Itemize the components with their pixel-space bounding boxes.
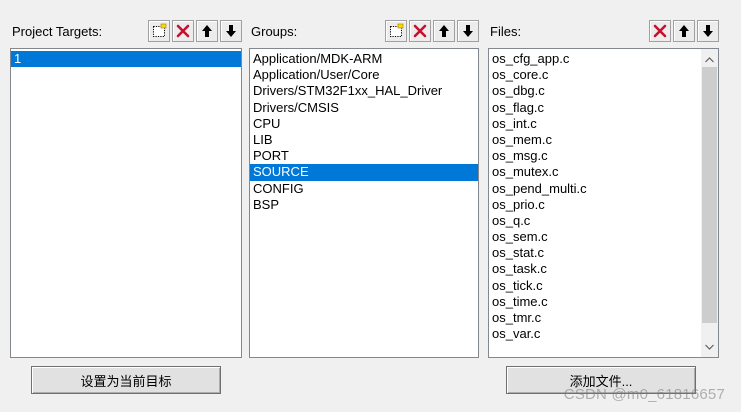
file-item[interactable]: os_sem.c: [489, 229, 718, 245]
files-listbox[interactable]: os_cfg_app.c os_core.c os_dbg.c os_flag.…: [488, 48, 719, 358]
group-item[interactable]: Application/MDK-ARM: [250, 51, 478, 67]
groups-title: Groups:: [251, 23, 298, 39]
files-scrollbar[interactable]: [701, 49, 718, 357]
move-group-up-button[interactable]: [433, 20, 455, 42]
set-current-target-button[interactable]: 设置为当前目标: [31, 366, 221, 394]
move-down-arrow-icon: [226, 25, 236, 37]
move-file-up-button[interactable]: [673, 20, 695, 42]
project-targets-title: Project Targets:: [12, 23, 103, 39]
move-up-arrow-icon: [202, 25, 212, 37]
targets-list: 1: [11, 49, 241, 68]
delete-x-icon: [176, 24, 190, 38]
files-list: os_cfg_app.c os_core.c os_dbg.c os_flag.…: [489, 49, 718, 342]
file-item[interactable]: os_mem.c: [489, 132, 718, 148]
file-item[interactable]: os_stat.c: [489, 245, 718, 261]
move-down-arrow-icon: [703, 25, 713, 37]
delete-file-button[interactable]: [649, 20, 671, 42]
new-item-icon: [390, 23, 404, 37]
new-target-button[interactable]: [148, 20, 170, 42]
file-item[interactable]: os_dbg.c: [489, 83, 718, 99]
scroll-thumb[interactable]: [702, 67, 717, 323]
delete-x-icon: [413, 24, 427, 38]
groups-listbox[interactable]: Application/MDK-ARM Application/User/Cor…: [249, 48, 479, 358]
file-item[interactable]: os_cfg_app.c: [489, 51, 718, 67]
target-item[interactable]: 1: [11, 51, 241, 68]
move-target-up-button[interactable]: [196, 20, 218, 42]
file-item[interactable]: os_flag.c: [489, 100, 718, 116]
file-item[interactable]: os_mutex.c: [489, 164, 718, 180]
delete-target-button[interactable]: [172, 20, 194, 42]
files-panel: Files: os_cfg_app.c os_core.c os_dbg.c o…: [488, 0, 719, 360]
groups-list: Application/MDK-ARM Application/User/Cor…: [250, 49, 478, 213]
file-item[interactable]: os_var.c: [489, 326, 718, 342]
group-item[interactable]: BSP: [250, 197, 478, 213]
new-item-icon: [153, 23, 167, 37]
delete-x-icon: [653, 24, 667, 38]
file-item[interactable]: os_msg.c: [489, 148, 718, 164]
group-item-selected[interactable]: SOURCE: [250, 164, 478, 181]
delete-group-button[interactable]: [409, 20, 431, 42]
new-group-button[interactable]: [385, 20, 407, 42]
move-down-arrow-icon: [463, 25, 473, 37]
group-item[interactable]: Application/User/Core: [250, 67, 478, 83]
project-targets-panel: Project Targets: 1: [10, 0, 242, 360]
scroll-down-arrow-icon[interactable]: [701, 338, 718, 355]
file-item[interactable]: os_q.c: [489, 213, 718, 229]
move-up-arrow-icon: [439, 25, 449, 37]
group-item[interactable]: PORT: [250, 148, 478, 164]
move-target-down-button[interactable]: [220, 20, 242, 42]
move-group-down-button[interactable]: [457, 20, 479, 42]
files-title: Files:: [490, 23, 522, 39]
scroll-up-arrow-icon[interactable]: [701, 51, 718, 68]
group-item[interactable]: Drivers/STM32F1xx_HAL_Driver: [250, 83, 478, 99]
project-targets-toolbar: [148, 20, 242, 42]
move-up-arrow-icon: [679, 25, 689, 37]
group-item[interactable]: CPU: [250, 116, 478, 132]
groups-header: Groups:: [249, 18, 479, 44]
files-toolbar: [649, 20, 719, 42]
csdn-watermark: CSDN @m0_61816657: [563, 386, 725, 403]
move-file-down-button[interactable]: [697, 20, 719, 42]
files-header: Files:: [488, 18, 719, 44]
file-item[interactable]: os_task.c: [489, 261, 718, 277]
file-item[interactable]: os_pend_multi.c: [489, 181, 718, 197]
file-item[interactable]: os_tick.c: [489, 278, 718, 294]
group-item[interactable]: CONFIG: [250, 181, 478, 197]
targets-listbox[interactable]: 1: [10, 48, 242, 358]
groups-toolbar: [385, 20, 479, 42]
file-item[interactable]: os_time.c: [489, 294, 718, 310]
file-item[interactable]: os_core.c: [489, 67, 718, 83]
groups-panel: Groups: Application/MDK-ARM Application/…: [249, 0, 479, 360]
group-item[interactable]: LIB: [250, 132, 478, 148]
file-item[interactable]: os_prio.c: [489, 197, 718, 213]
project-targets-header: Project Targets:: [10, 18, 242, 44]
group-item[interactable]: Drivers/CMSIS: [250, 100, 478, 116]
file-item[interactable]: os_int.c: [489, 116, 718, 132]
file-item[interactable]: os_tmr.c: [489, 310, 718, 326]
